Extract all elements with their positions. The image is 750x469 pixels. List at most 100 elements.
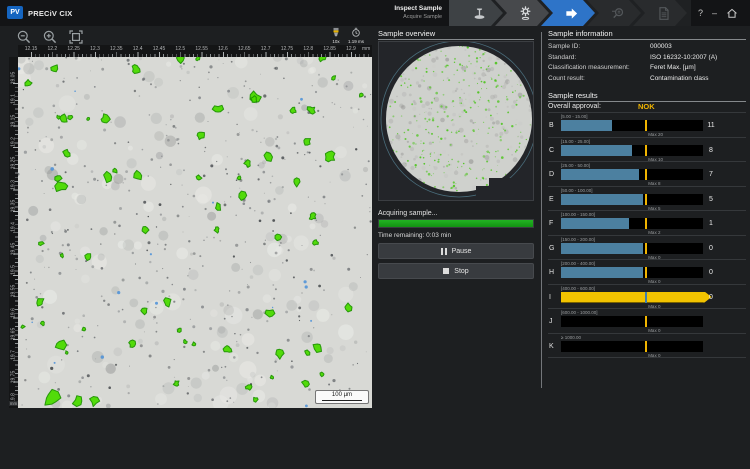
fit-to-view-icon[interactable] (68, 29, 84, 45)
step-acquisition-settings[interactable] (495, 0, 549, 26)
result-range-label: [400.00 - 600.00] (561, 286, 595, 291)
result-row-F: [100.00 - 150.00]FMax 21 (548, 211, 746, 236)
result-bar (561, 145, 703, 156)
result-limit-label: Max 0 (648, 255, 660, 260)
exposure-value: 1.19 ms (348, 39, 364, 44)
search-details-icon (610, 6, 625, 21)
specimen-image (18, 57, 372, 408)
result-class-letter: I (549, 294, 551, 301)
result-class-letter: E (549, 196, 554, 203)
result-row-H: [200.00 - 400.00]HMax 00 (548, 260, 746, 285)
magnification-value: 10x (332, 39, 339, 44)
scale-bar: 100 µm (315, 390, 369, 404)
result-count: 0 (698, 294, 724, 301)
result-bar-fill (561, 194, 643, 205)
pause-button[interactable]: Pause (378, 243, 534, 259)
app-window: PV PRECiV CIX Inspect Sample Acquire Sam… (0, 0, 750, 469)
results-rows: [5.00 - 15.00] B Max 2 0 11 [15.00 - 25.00] C M… (548, 112, 746, 357)
result-row-G: [150.00 - 200.00]GMax 00 (548, 236, 746, 261)
acquisition-progress-bar (378, 219, 534, 228)
sample-info-panel: Sample information Sample ID:000003Stand… (548, 28, 746, 463)
workflow-title: Inspect Sample (378, 4, 442, 13)
result-row-D: [25.00 - 50.00]DMax 87 (548, 162, 746, 187)
result-row-I: [400.00 - 600.00] I Max 0 0 (548, 285, 746, 310)
viewer-toolbar (16, 29, 84, 45)
pause-icon (441, 248, 447, 255)
step-acquire-sample[interactable] (541, 0, 595, 26)
specimen-image-viewport[interactable]: 100 µm (18, 57, 372, 408)
time-remaining: Time remaining: 0:03 min (378, 232, 451, 239)
result-bar-fill (561, 267, 643, 278)
result-limit-tick (645, 169, 647, 180)
result-class-letter: C (549, 147, 554, 154)
zoom-in-icon[interactable] (42, 29, 58, 45)
overview-title: Sample overview (378, 29, 435, 38)
result-count: 0 (698, 269, 724, 276)
result-bar (561, 316, 703, 327)
result-bar-fill (561, 169, 639, 180)
top-bar: PV PRECiV CIX Inspect Sample Acquire Sam… (0, 0, 750, 26)
scale-bar-label: 100 µm (316, 392, 368, 399)
result-range-label: [15.00 - 25.00] (561, 139, 590, 144)
info-field-value: Contamination class (650, 75, 709, 82)
result-bar (561, 194, 703, 205)
result-limit-tick (645, 316, 647, 327)
result-count: 7 (698, 171, 724, 178)
home-icon[interactable] (726, 7, 738, 19)
stop-icon (443, 268, 449, 274)
info-field-row: Classification measurement:Feret Max. [µ… (548, 64, 746, 74)
result-limit-tick (645, 243, 647, 254)
sample-overview-panel: Sample overview Acquiring sample... Time… (378, 28, 534, 288)
stop-button[interactable]: Stop (378, 263, 534, 279)
result-range-label: [25.00 - 50.00] (561, 163, 590, 168)
result-bar (561, 120, 703, 131)
minimize-button[interactable]: – (712, 0, 717, 26)
step-inspect-results[interactable] (587, 0, 641, 26)
result-limit-tick (645, 145, 647, 156)
result-bar-fill (561, 218, 629, 229)
result-range-label: [150.00 - 200.00] (561, 237, 595, 242)
app-title: PRECiV CIX (28, 9, 73, 18)
step-report[interactable] (633, 0, 687, 26)
document-icon (656, 6, 671, 21)
acquisition-progress-fill (379, 220, 533, 227)
result-row-B: [5.00 - 15.00]BMax 2011 (548, 113, 746, 138)
result-limit-label: Max 0 (648, 304, 660, 309)
result-bar (561, 341, 703, 352)
result-range-label: [200.00 - 400.00] (561, 261, 595, 266)
result-limit-tick (645, 267, 647, 278)
result-limit-tick (645, 120, 647, 131)
result-range-label: [100.00 - 150.00] (561, 212, 595, 217)
result-bar (561, 267, 703, 278)
acquisition-status: Acquiring sample... (378, 210, 438, 217)
exposure-info: 1.19 ms (348, 27, 364, 44)
result-row-J: [600.00 - 1000.00]JMax 0 (548, 309, 746, 334)
info-field-row: Sample ID:000003 (548, 43, 746, 53)
result-row-K: ≥ 1000.00KMax 0 (548, 334, 746, 359)
app-logo-icon: PV (7, 6, 23, 19)
result-class-letter: B (549, 122, 554, 129)
result-limit-tick (645, 218, 647, 229)
stop-label: Stop (454, 268, 468, 275)
arrow-right-icon (564, 6, 579, 21)
zoom-out-icon[interactable] (16, 29, 32, 45)
v-ruler-unit: mm (9, 401, 18, 406)
result-bar-fill (561, 120, 612, 131)
sample-overview-map[interactable] (378, 41, 534, 201)
objective-info: 10x (331, 27, 341, 44)
result-count: 8 (698, 147, 724, 154)
help-button[interactable]: ? (698, 0, 703, 26)
info-field-value: 000003 (650, 43, 672, 50)
result-limit-label: Max 2 (648, 230, 660, 235)
result-limit-tick (645, 341, 647, 352)
result-range-label: [5.00 - 15.00] (561, 114, 588, 119)
step-load-sample[interactable] (449, 0, 503, 26)
result-bar (561, 292, 703, 303)
gear-lens-icon (518, 6, 533, 21)
result-count: 11 (698, 122, 724, 129)
info-field-row: Count result:Contamination class (548, 75, 746, 85)
result-bar (561, 169, 703, 180)
exposure-clock-icon (351, 27, 361, 38)
result-class-letter: J (549, 318, 553, 325)
result-class-letter: G (549, 245, 554, 252)
